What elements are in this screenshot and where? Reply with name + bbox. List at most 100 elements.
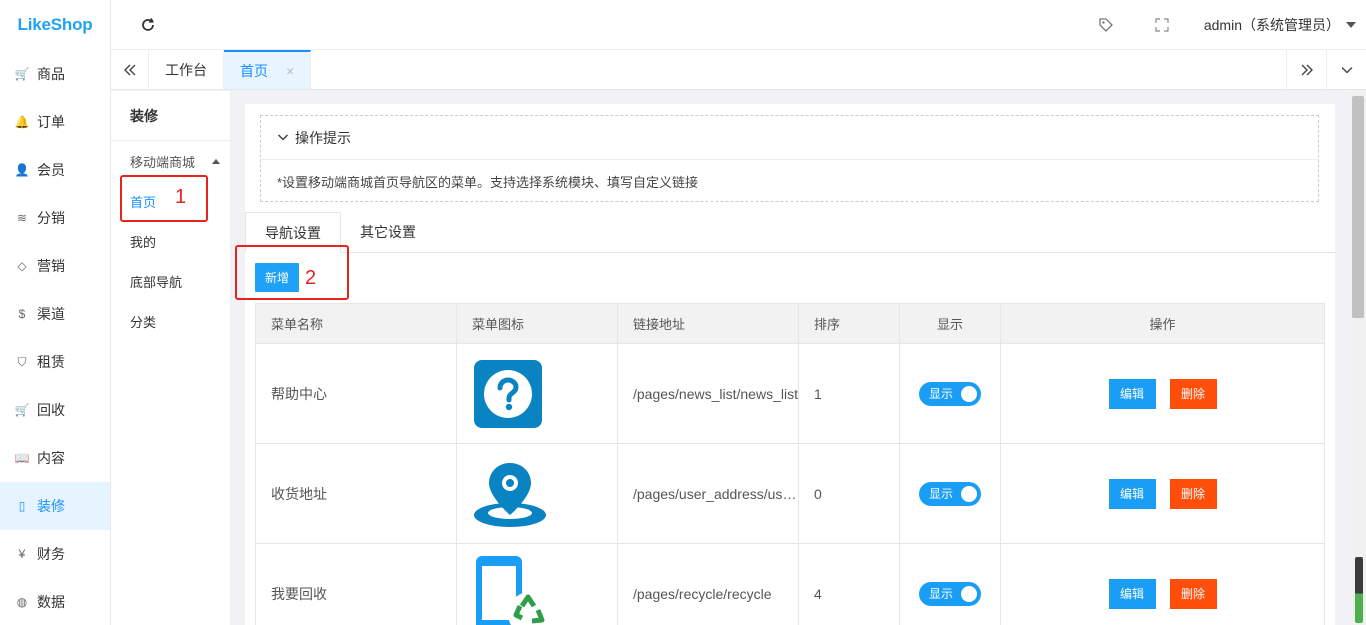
- annotation-number: 2: [305, 267, 317, 289]
- tag-icon[interactable]: [1078, 17, 1134, 33]
- sidebar-item-11[interactable]: ◍ 数据: [0, 578, 110, 625]
- submenu-item-bottom-nav[interactable]: 底部导航: [111, 261, 230, 301]
- yen-icon: ¥: [18, 547, 26, 561]
- table-row: 收货地址 /pages/user_address/user_address 0 …: [255, 443, 1325, 544]
- double-chevron-right-icon[interactable]: [1286, 50, 1326, 89]
- annotation-number: 1: [175, 186, 187, 208]
- toggle-label: 显示: [929, 587, 954, 601]
- edit-button[interactable]: 编辑: [1108, 378, 1156, 409]
- sidebar-item-label: 分销: [37, 210, 65, 226]
- delete-button[interactable]: 删除: [1169, 478, 1217, 509]
- location-icon: [474, 462, 546, 527]
- column-header: 菜单名称: [255, 303, 457, 344]
- submenu-item-label: 分类: [130, 314, 157, 330]
- sidebar-item-1[interactable]: 🔔 订单: [0, 98, 110, 146]
- menu-icon-cell: [456, 543, 618, 625]
- close-icon[interactable]: ×: [286, 63, 294, 79]
- sidebar-item-5[interactable]: $ 渠道: [0, 290, 110, 338]
- edit-button[interactable]: 编辑: [1108, 578, 1156, 609]
- sidebar-item-3[interactable]: ≋ 分销: [0, 194, 110, 242]
- submenu-item-category[interactable]: 分类: [111, 301, 230, 341]
- tab-label: 首页: [240, 62, 268, 79]
- tab-bar: 工作台 首页 ×: [111, 50, 1366, 90]
- link-address: /pages/user_address/user_address: [617, 443, 799, 544]
- mobile-icon: ▯: [18, 499, 26, 513]
- scrollbar-thumb[interactable]: [1352, 96, 1364, 318]
- submenu-item-label: 底部导航: [130, 274, 183, 290]
- delete-button[interactable]: 删除: [1169, 578, 1217, 609]
- actions-cell: 编辑 删除: [1000, 543, 1325, 625]
- fullscreen-icon[interactable]: [1134, 17, 1190, 32]
- tips-header[interactable]: 操作提示: [261, 116, 1318, 160]
- sidebar-item-8[interactable]: 📖 内容: [0, 434, 110, 482]
- sidebar-item-label: 租赁: [37, 354, 65, 370]
- sidebar-item-label: 会员: [37, 162, 65, 178]
- column-header: 菜单图标: [456, 303, 618, 344]
- tips-box: 操作提示 *设置移动端商城首页导航区的菜单。支持选择系统模块、填写自定义链接: [260, 115, 1319, 202]
- toggle-label: 显示: [929, 487, 954, 501]
- sidebar-item-4[interactable]: ◇ 营销: [0, 242, 110, 290]
- show-cell: 显示: [899, 443, 1001, 544]
- show-toggle[interactable]: 显示: [919, 581, 981, 606]
- chevron-down-icon: [277, 130, 289, 146]
- delete-button[interactable]: 删除: [1169, 378, 1217, 409]
- column-header: 操作: [1000, 303, 1325, 344]
- sidebar-item-label: 数据: [37, 594, 65, 610]
- column-header: 链接地址: [617, 303, 799, 344]
- sidebar-item-9[interactable]: ▯ 装修: [0, 482, 110, 530]
- user-menu[interactable]: admin（系统管理员）: [1190, 15, 1366, 35]
- column-header: 排序: [798, 303, 900, 344]
- show-toggle[interactable]: 显示: [919, 381, 981, 406]
- menu-name: 我要回收: [255, 543, 457, 625]
- sidebar-item-label: 订单: [37, 114, 65, 130]
- logo: LikeShop: [17, 15, 93, 34]
- table-row: 帮助中心 /pages/news_list/news_list 1 显示 编辑删…: [255, 343, 1325, 444]
- show-cell: 显示: [899, 543, 1001, 625]
- show-toggle[interactable]: 显示: [919, 481, 981, 506]
- chevron-down-icon[interactable]: [1326, 50, 1366, 89]
- submenu-item-mine[interactable]: 我的: [111, 221, 230, 261]
- status-indicator: [1355, 557, 1363, 623]
- sidebar-item-7[interactable]: 🛒 回收: [0, 386, 110, 434]
- layers-icon: ≋: [16, 211, 28, 225]
- tips-body: *设置移动端商城首页导航区的菜单。支持选择系统模块、填写自定义链接: [277, 174, 699, 190]
- recycle-phone-icon: [476, 555, 552, 625]
- submenu-group-label: 移动端商城: [130, 154, 196, 170]
- toggle-knob: [961, 385, 977, 402]
- top-header: admin（系统管理员）: [111, 0, 1366, 50]
- menu-icon-cell: [456, 443, 618, 544]
- tab-other-settings[interactable]: 其它设置: [341, 212, 435, 252]
- tab-label: 导航设置: [265, 224, 321, 241]
- sidebar-item-2[interactable]: 👤 会员: [0, 146, 110, 194]
- tab-workbench[interactable]: 工作台: [149, 50, 224, 89]
- sidebar-item-10[interactable]: ¥ 财务: [0, 530, 110, 578]
- double-chevron-left-icon[interactable]: [111, 50, 149, 89]
- sidebar-item-label: 装修: [37, 498, 65, 514]
- sidebar-item-6[interactable]: ⛉ 租赁: [0, 338, 110, 386]
- caret-down-icon: [1346, 21, 1356, 28]
- menu-name: 帮助中心: [255, 343, 457, 444]
- sidebar-item-label: 回收: [37, 402, 65, 418]
- sub-menu: 装修 移动端商城 首页 我的 底部导航 分类: [111, 91, 231, 625]
- refresh-icon[interactable]: [111, 17, 185, 33]
- menu-icon-cell: [456, 343, 618, 444]
- sidebar-item-label: 渠道: [37, 306, 65, 322]
- annotation-box: [120, 175, 208, 222]
- show-cell: 显示: [899, 343, 1001, 444]
- tips-title: 操作提示: [295, 129, 351, 146]
- tab-home[interactable]: 首页 ×: [224, 50, 312, 89]
- edit-button[interactable]: 编辑: [1108, 478, 1156, 509]
- table-row: 我要回收 /pages/recycle/recycle 4 显示 编辑 删除: [255, 543, 1325, 625]
- link-address: /pages/news_list/news_list: [617, 343, 799, 444]
- sidebar-item-0[interactable]: 🛒 商品: [0, 50, 110, 98]
- globe-icon: ◍: [16, 595, 28, 609]
- sort-value: 4: [798, 543, 900, 625]
- sidebar-item-label: 商品: [37, 66, 65, 82]
- sidebar-item-label: 营销: [37, 258, 65, 274]
- book-icon: 📖: [14, 451, 30, 465]
- user-name: admin（系统管理员）: [1203, 16, 1340, 33]
- toggle-knob: [961, 485, 977, 502]
- help-icon: [474, 359, 542, 428]
- column-header: 显示: [899, 303, 1001, 344]
- actions-cell: 编辑 删除: [1000, 343, 1325, 444]
